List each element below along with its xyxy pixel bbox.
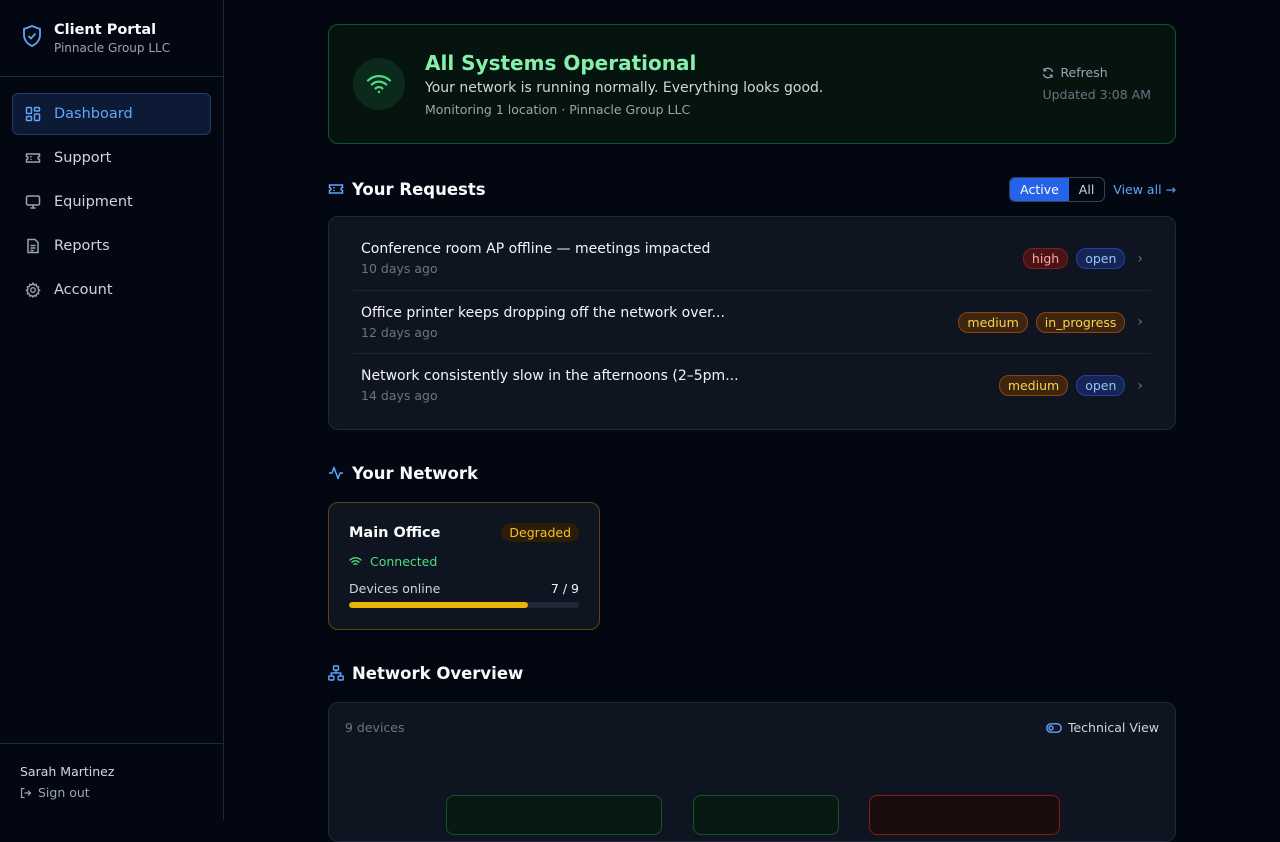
requests-list: Conference room AP offline — meetings im…: [328, 216, 1176, 430]
sign-out-label: Sign out: [38, 785, 90, 800]
connection-label: Connected: [370, 554, 438, 569]
shield-icon: [22, 25, 42, 47]
brand: Client Portal Pinnacle Group LLC: [0, 0, 223, 77]
activity-icon: [328, 465, 344, 481]
user-name: Sarah Martinez: [20, 764, 115, 779]
view-all-link[interactable]: View all →: [1113, 182, 1176, 197]
sidebar-item-equipment[interactable]: Equipment: [12, 181, 211, 223]
ticket-icon: [328, 181, 344, 197]
topology-node[interactable]: [869, 795, 1060, 835]
technical-view-label: Technical View: [1067, 720, 1159, 735]
topology-node[interactable]: [693, 795, 839, 835]
brand-title: Client Portal: [54, 22, 157, 38]
devices-count: 7 / 9: [550, 581, 579, 596]
priority-badge: high: [1022, 248, 1069, 269]
request-row[interactable]: Network consistently slow in the afterno…: [353, 354, 1151, 417]
sidebar-item-reports[interactable]: Reports: [12, 225, 211, 267]
sign-out-link[interactable]: Sign out: [20, 785, 203, 800]
toggle-icon: [1046, 722, 1062, 733]
network-title: Your Network: [352, 463, 478, 483]
technical-view-toggle[interactable]: Technical View: [1046, 720, 1159, 735]
requests-title: Your Requests: [352, 179, 486, 199]
filter-active-button[interactable]: Active: [1010, 177, 1069, 201]
gear-icon: [25, 282, 41, 298]
document-icon: [25, 238, 41, 254]
request-row[interactable]: Conference room AP offline — meetings im…: [353, 227, 1151, 291]
updated-time: Updated 3:08 AM: [1042, 87, 1151, 102]
request-title: Office printer keeps dropping off the ne…: [361, 304, 725, 321]
network-overview-panel: 9 devices Technical View: [328, 702, 1176, 842]
status-refresh-area: Refresh Updated 3:08 AM: [1042, 65, 1151, 102]
requests-header: Your Requests Active All View all →: [328, 174, 1176, 204]
request-time: 10 days ago: [361, 261, 438, 276]
refresh-icon: [1043, 67, 1054, 78]
devices-progress-bar: [349, 602, 579, 608]
status-title: All Systems Operational: [425, 51, 697, 75]
monitor-icon: [25, 194, 41, 210]
request-title: Conference room AP offline — meetings im…: [361, 241, 711, 257]
site-health-badge: Degraded: [501, 523, 579, 542]
request-time: 14 days ago: [361, 388, 438, 403]
device-count: 9 devices: [345, 720, 405, 735]
topology-node[interactable]: [446, 795, 662, 835]
sidebar-item-label: Dashboard: [54, 106, 133, 122]
devices-progress-fill: [349, 602, 529, 608]
site-name: Main Office: [349, 524, 441, 541]
brand-subtitle: Pinnacle Group LLC: [54, 41, 171, 55]
main-content: All Systems Operational Your network is …: [328, 24, 1176, 842]
chevron-right-icon: ›: [1137, 314, 1143, 330]
sidebar-item-support[interactable]: Support: [12, 137, 211, 179]
priority-badge: medium: [998, 375, 1069, 396]
wifi-icon: [349, 557, 362, 565]
status-badge: open: [1076, 375, 1126, 396]
sidebar-nav: Dashboard Support Equipment Reports Acco…: [0, 77, 223, 329]
request-title: Network consistently slow in the afterno…: [361, 368, 739, 384]
sidebar-item-label: Account: [54, 282, 113, 298]
priority-badge: medium: [958, 311, 1028, 333]
sidebar: Client Portal Pinnacle Group LLC Dashboa…: [0, 0, 224, 820]
status-badge: in_progress: [1035, 311, 1126, 333]
wifi-icon: [353, 58, 405, 110]
request-time: 12 days ago: [361, 324, 438, 340]
sidebar-item-label: Reports: [54, 238, 110, 254]
refresh-label: Refresh: [1060, 65, 1108, 80]
logout-icon: [20, 787, 32, 798]
site-card[interactable]: Main Office Degraded Connected Devices o…: [328, 502, 600, 630]
dashboard-icon: [25, 106, 41, 122]
request-row[interactable]: Office printer keeps dropping off the ne…: [353, 291, 1151, 354]
monitoring-text: Monitoring 1 location · Pinnacle Group L…: [425, 102, 691, 117]
connection-status: Connected: [349, 554, 579, 569]
refresh-button[interactable]: Refresh: [1042, 65, 1151, 80]
system-status-banner: All Systems Operational Your network is …: [328, 24, 1176, 144]
status-subtitle: Your network is running normally. Everyt…: [425, 80, 824, 96]
overview-title: Network Overview: [352, 663, 524, 683]
sidebar-item-label: Equipment: [54, 194, 133, 210]
filter-all-button[interactable]: All: [1069, 178, 1104, 201]
sidebar-item-dashboard[interactable]: Dashboard: [12, 93, 211, 135]
user-panel: Sarah Martinez Sign out: [0, 743, 223, 820]
devices-label: Devices online: [349, 581, 441, 596]
overview-header: Network Overview: [328, 658, 1176, 688]
network-topology-icon: [328, 665, 344, 681]
network-header: Your Network: [328, 458, 1176, 488]
status-badge: open: [1076, 248, 1126, 269]
request-filter-toggle: Active All: [1009, 176, 1106, 202]
sidebar-item-label: Support: [54, 150, 112, 166]
ticket-icon: [25, 150, 41, 166]
chevron-right-icon: ›: [1137, 250, 1143, 267]
sidebar-item-account[interactable]: Account: [12, 269, 211, 311]
chevron-right-icon: ›: [1137, 377, 1143, 394]
